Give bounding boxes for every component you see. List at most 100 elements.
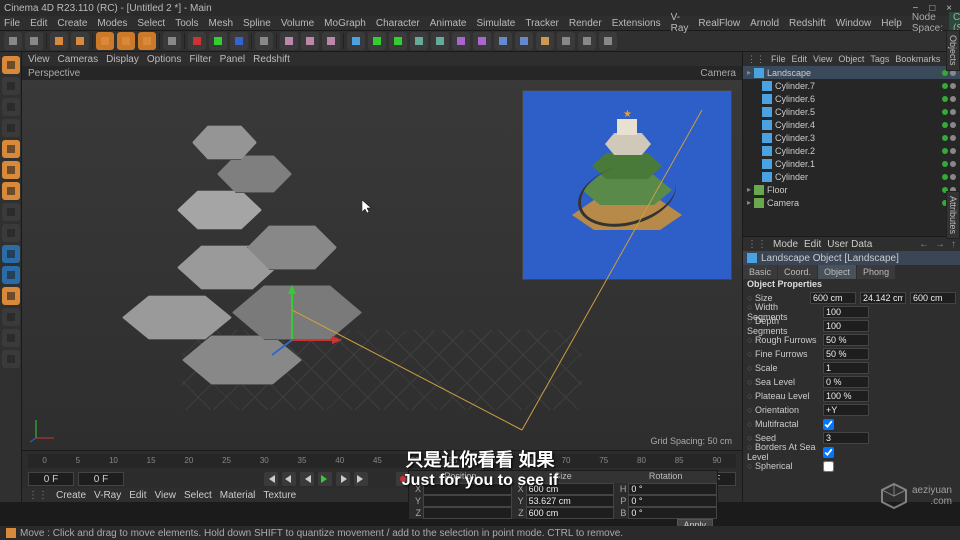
- mesh-block[interactable]: [217, 155, 292, 193]
- coord-sys[interactable]: [255, 32, 273, 50]
- menu-modes[interactable]: Modes: [97, 18, 127, 29]
- object-cylinder-5[interactable]: Cylinder.5: [743, 105, 960, 118]
- redo[interactable]: [25, 32, 43, 50]
- render-settings[interactable]: [322, 32, 340, 50]
- rect-select[interactable]: [71, 32, 89, 50]
- prop-field[interactable]: [823, 390, 869, 402]
- prop-field[interactable]: [823, 432, 869, 444]
- prop-checkbox[interactable]: [823, 419, 834, 430]
- prop-field[interactable]: [823, 362, 869, 374]
- model-mode[interactable]: [2, 77, 20, 95]
- pen[interactable]: [557, 32, 575, 50]
- tweak[interactable]: [2, 224, 20, 242]
- coord-size-y[interactable]: [526, 495, 615, 507]
- menu-character[interactable]: Character: [376, 18, 420, 29]
- deformer[interactable]: [473, 32, 491, 50]
- y-axis[interactable]: [209, 32, 227, 50]
- menu-create[interactable]: Create: [57, 18, 87, 29]
- prop-field[interactable]: [823, 334, 869, 346]
- mesh-block[interactable]: [192, 125, 257, 160]
- timeline-ruler[interactable]: 051015202530354045505560657075808590: [28, 454, 736, 468]
- obj-menu-file[interactable]: File: [771, 54, 786, 64]
- obj-menu-edit[interactable]: Edit: [792, 54, 808, 64]
- poly-mode[interactable]: [2, 182, 20, 200]
- obj-menu-bookmarks[interactable]: Bookmarks: [895, 54, 940, 64]
- view-menu-cameras[interactable]: Cameras: [58, 54, 99, 65]
- attr-tab-object[interactable]: Object: [818, 265, 856, 279]
- mat-menu-material[interactable]: Material: [220, 490, 256, 501]
- to-start-button[interactable]: [264, 472, 278, 486]
- camera-icon[interactable]: [515, 32, 533, 50]
- menu-simulate[interactable]: Simulate: [476, 18, 515, 29]
- coord-rot-h[interactable]: [628, 483, 717, 495]
- prev-frame-button[interactable]: [282, 472, 296, 486]
- menu-file[interactable]: File: [4, 18, 20, 29]
- live-select[interactable]: [50, 32, 68, 50]
- sds[interactable]: [2, 350, 20, 368]
- prop-field[interactable]: [823, 320, 869, 332]
- menu-mesh[interactable]: Mesh: [209, 18, 233, 29]
- generator[interactable]: [431, 32, 449, 50]
- prop-field[interactable]: [860, 292, 906, 304]
- locked[interactable]: [2, 329, 20, 347]
- object-cylinder-2[interactable]: Cylinder.2: [743, 144, 960, 157]
- mat-menu-v-ray[interactable]: V-Ray: [94, 490, 121, 501]
- edge-mode[interactable]: [2, 161, 20, 179]
- attr-tab-coord[interactable]: Coord.: [778, 265, 817, 279]
- reference-image[interactable]: ★: [522, 90, 732, 280]
- attr-tab-phong[interactable]: Phong: [857, 265, 895, 279]
- object-cylinder-1[interactable]: Cylinder.1: [743, 157, 960, 170]
- attr-menu-mode[interactable]: Mode: [773, 239, 798, 250]
- nav-fwd-icon[interactable]: →: [935, 239, 945, 250]
- nav-back-icon[interactable]: ←: [919, 239, 929, 250]
- cube[interactable]: [347, 32, 365, 50]
- obj-menu-tags[interactable]: Tags: [870, 54, 889, 64]
- mat-menu-texture[interactable]: Texture: [263, 490, 296, 501]
- coord-pos-z[interactable]: [423, 507, 512, 519]
- axis-mode[interactable]: [2, 203, 20, 221]
- menu-spline[interactable]: Spline: [243, 18, 271, 29]
- prop-field[interactable]: [910, 292, 956, 304]
- prop-field[interactable]: [823, 348, 869, 360]
- view-menu-redshift[interactable]: Redshift: [253, 54, 290, 65]
- workplane[interactable]: [2, 119, 20, 137]
- snap[interactable]: [2, 266, 20, 284]
- menu-realflow[interactable]: RealFlow: [698, 18, 740, 29]
- object-landscape[interactable]: ▸Landscape: [743, 66, 960, 79]
- spline[interactable]: [410, 32, 428, 50]
- prop-field[interactable]: [823, 404, 869, 416]
- object-cylinder[interactable]: Cylinder: [743, 170, 960, 183]
- obj-menu-object[interactable]: Object: [838, 54, 864, 64]
- object-list[interactable]: ▸LandscapeCylinder.7Cylinder.6Cylinder.5…: [743, 66, 960, 236]
- move-gizmo[interactable]: [272, 280, 352, 360]
- nav-up-icon[interactable]: ↑: [951, 239, 956, 250]
- menu-redshift[interactable]: Redshift: [789, 18, 826, 29]
- view-menu-view[interactable]: View: [28, 54, 50, 65]
- menu-arnold[interactable]: Arnold: [750, 18, 779, 29]
- viewport[interactable]: Grid Spacing: 50 cm ★: [22, 80, 742, 450]
- render-region[interactable]: [301, 32, 319, 50]
- menu-select[interactable]: Select: [137, 18, 165, 29]
- prop-field[interactable]: [823, 306, 869, 318]
- object-floor[interactable]: ▸Floor: [743, 183, 960, 196]
- null[interactable]: [578, 32, 596, 50]
- start-frame-field[interactable]: [28, 472, 74, 486]
- environment[interactable]: [494, 32, 512, 50]
- mat-menu-view[interactable]: View: [154, 490, 176, 501]
- to-end-button[interactable]: [354, 472, 368, 486]
- menu-window[interactable]: Window: [836, 18, 872, 29]
- field[interactable]: [452, 32, 470, 50]
- light[interactable]: [536, 32, 554, 50]
- scale[interactable]: [117, 32, 135, 50]
- viewport-solo[interactable]: [2, 245, 20, 263]
- menu-mograph[interactable]: MoGraph: [324, 18, 366, 29]
- coord-rot-p[interactable]: [628, 495, 717, 507]
- recent[interactable]: [163, 32, 181, 50]
- texture-mode[interactable]: [2, 98, 20, 116]
- point-mode[interactable]: [2, 140, 20, 158]
- object-camera[interactable]: ▸Camera: [743, 196, 960, 209]
- workplane2[interactable]: [2, 308, 20, 326]
- tab-attributes[interactable]: Attributes: [946, 191, 960, 239]
- object-cylinder-6[interactable]: Cylinder.6: [743, 92, 960, 105]
- tab-objects[interactable]: Objects: [946, 30, 960, 71]
